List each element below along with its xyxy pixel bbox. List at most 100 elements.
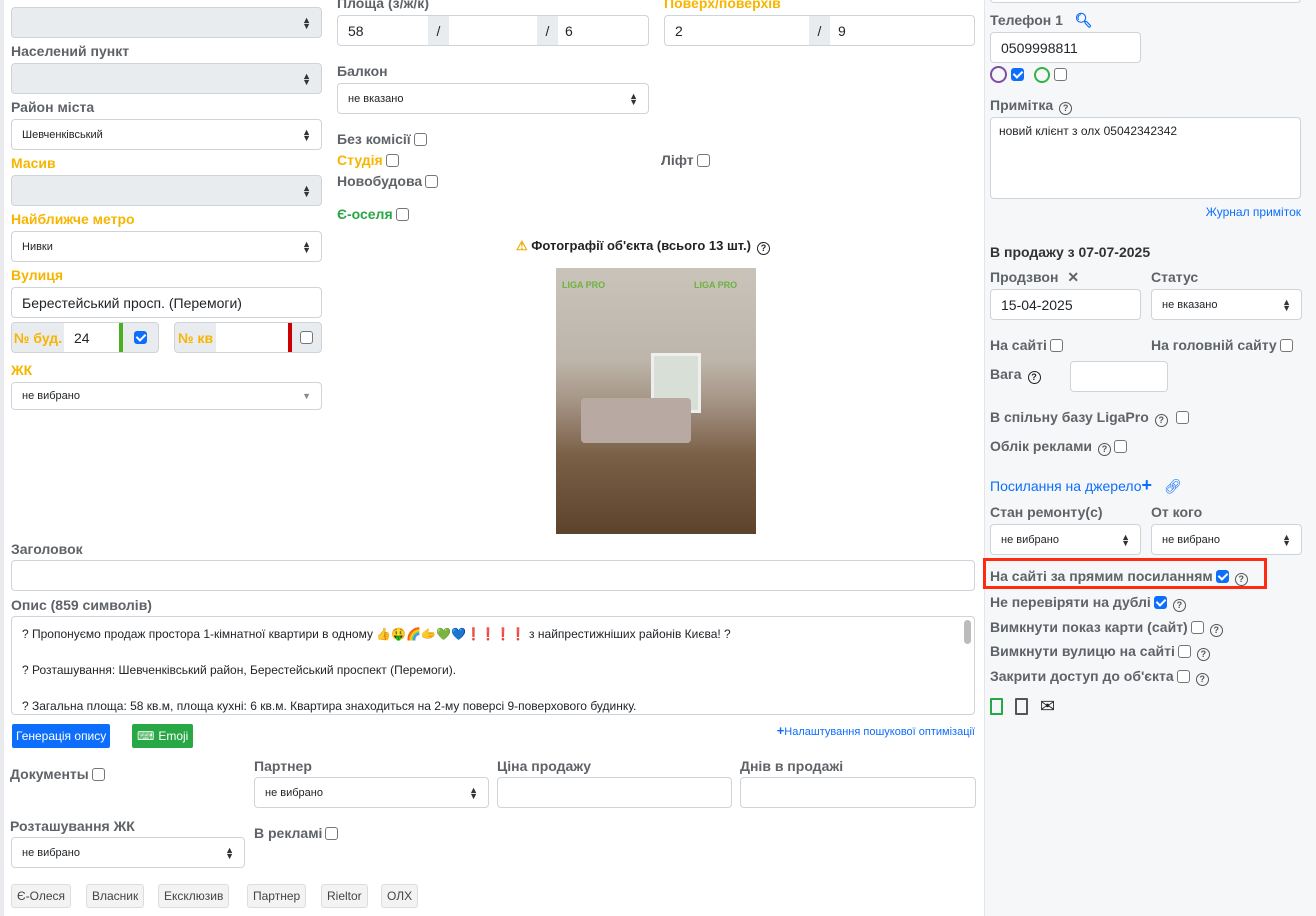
direct-link-checkbox[interactable]	[1215, 570, 1229, 583]
no-duplicate-label: Не перевіряти на дублі?	[990, 594, 1186, 612]
phone-label: Телефон 1 🔍︎	[990, 12, 1093, 28]
help-icon[interactable]: ?	[1195, 673, 1209, 686]
envelope-icon[interactable]: ✉	[1040, 696, 1055, 717]
phone-input[interactable]: 0509998811	[990, 32, 1141, 63]
no-commission-checkbox[interactable]	[413, 133, 427, 146]
massif-select[interactable]: ▲ ▼	[11, 175, 322, 206]
locality-select[interactable]: ▲ ▼	[11, 63, 322, 94]
lift-checkbox[interactable]	[696, 154, 710, 167]
complex-select[interactable]: не вибрано ▼	[11, 382, 322, 410]
building-group: № буд. 24	[11, 322, 159, 353]
ads-checkbox[interactable]	[325, 827, 339, 840]
seo-settings-link[interactable]: +Налаштування пошукової оптимізації	[777, 723, 975, 738]
keyboard-icon: ⌨	[137, 729, 155, 743]
tag-button[interactable]: Партнер	[247, 884, 307, 908]
metro-select[interactable]: Нивки ▲ ▼	[11, 231, 322, 262]
note-textarea[interactable]: новий клієнт з олх 05042342342	[990, 117, 1301, 199]
help-icon[interactable]: ?	[1059, 102, 1073, 115]
building-checkbox[interactable]	[134, 331, 147, 344]
tag-button[interactable]: Ексклюзив	[158, 884, 230, 908]
close-access-label: Закрити доступ до об'єкта?	[990, 668, 1209, 686]
days-label: Днів в продажі	[740, 758, 844, 774]
on-main-site-checkbox[interactable]	[1279, 339, 1293, 352]
no-duplicate-checkbox[interactable]	[1153, 596, 1167, 609]
locality-label: Населений пункт	[11, 43, 130, 59]
partner-value: не вибрано	[265, 786, 323, 799]
help-icon[interactable]: ?	[1172, 599, 1186, 612]
weight-input[interactable]	[1070, 361, 1168, 392]
new-building-checkbox[interactable]	[425, 175, 439, 188]
floor-input[interactable]: 2	[665, 16, 809, 45]
partner-select[interactable]: не вибрано ▲ ▼	[254, 777, 489, 808]
balcony-select[interactable]: не вказано ▲ ▼	[337, 83, 649, 114]
hide-map-checkbox[interactable]	[1190, 621, 1204, 634]
top-input[interactable]	[990, 0, 1301, 3]
sort-icon: ▲ ▼	[225, 844, 234, 861]
street-input[interactable]: Берестейський просп. (Перемоги)	[11, 287, 322, 318]
studio-label: Студія	[337, 152, 399, 168]
help-icon[interactable]: ?	[1098, 443, 1112, 456]
help-icon[interactable]: ?	[1234, 573, 1248, 586]
emoji-button[interactable]: ⌨ Emoji	[132, 724, 194, 748]
repair-select[interactable]: не вибрано ▲ ▼	[990, 524, 1141, 555]
district-select[interactable]: Шевченківський ▲ ▼	[11, 119, 322, 150]
description-line: ? Загальна площа: 58 кв.м, площа кухні: …	[22, 699, 637, 713]
sort-icon: ▲ ▼	[302, 182, 311, 199]
area-kitchen-input[interactable]: 6	[558, 16, 648, 45]
apartment-input[interactable]	[216, 323, 292, 352]
pdf-green-icon[interactable]	[990, 698, 1003, 715]
from-select[interactable]: не вибрано ▲ ▼	[1151, 524, 1302, 555]
title-input[interactable]	[11, 560, 975, 591]
help-icon[interactable]: ?	[1209, 624, 1223, 637]
viber-checkbox[interactable]	[1011, 68, 1024, 81]
area-total-input[interactable]: 58	[338, 16, 428, 45]
tag-button[interactable]: Власник	[86, 884, 145, 908]
clear-icon[interactable]: ✕	[1067, 269, 1079, 285]
call-label: Продзвон ✕	[990, 269, 1080, 285]
whatsapp-checkbox[interactable]	[1054, 68, 1067, 81]
caret-down-icon: ▼	[302, 391, 311, 401]
scrollbar[interactable]	[964, 620, 971, 644]
help-icon[interactable]: ?	[1154, 414, 1168, 427]
on-site-checkbox[interactable]	[1049, 339, 1063, 352]
days-input[interactable]	[740, 777, 976, 808]
studio-checkbox[interactable]	[385, 154, 399, 167]
viber-icon	[990, 66, 1007, 83]
tag-button[interactable]: Є-Олеся	[11, 884, 71, 908]
call-date-input[interactable]: 15-04-2025	[990, 289, 1141, 320]
apartment-checkbox[interactable]	[300, 331, 313, 344]
region-select[interactable]: ▲ ▼	[11, 7, 322, 38]
sort-icon: ▲ ▼	[302, 126, 311, 143]
help-icon[interactable]: ?	[1027, 371, 1041, 384]
common-base-checkbox[interactable]	[1175, 411, 1189, 424]
status-select[interactable]: не вказано ▲ ▼	[1151, 289, 1302, 320]
object-photo[interactable]: LIGA PRO LIGA PRO	[556, 268, 756, 534]
building-input[interactable]: 24	[64, 323, 123, 352]
documents-checkbox[interactable]	[91, 768, 105, 781]
status-label: Статус	[1151, 269, 1199, 285]
note-log-link[interactable]: Журнал приміток	[1206, 205, 1301, 219]
area-living-input[interactable]	[449, 16, 537, 45]
help-icon[interactable]: ?	[756, 242, 770, 255]
price-input[interactable]	[497, 777, 732, 808]
complex-location-select[interactable]: не вибрано ▲ ▼	[11, 837, 245, 868]
description-textarea[interactable]: ? Пропонуємо продаж простора 1-кімнатної…	[11, 616, 975, 715]
search-icon[interactable]: 🔍︎	[1075, 12, 1093, 28]
floors-input[interactable]: 9	[830, 16, 974, 45]
price-label: Ціна продажу	[497, 758, 592, 774]
plus-icon[interactable]: +	[1142, 475, 1153, 495]
hide-street-checkbox[interactable]	[1177, 645, 1191, 658]
ads-accounting-checkbox[interactable]	[1114, 440, 1128, 453]
hide-street-label: Вимкнути вулицю на сайті?	[990, 643, 1210, 661]
help-icon[interactable]: ?	[1196, 648, 1210, 661]
tag-button[interactable]: Rieltor	[321, 884, 368, 908]
generate-description-button[interactable]: Генерація опису	[12, 724, 111, 748]
link-icon[interactable]: 🔗︎	[1164, 478, 1182, 494]
close-access-checkbox[interactable]	[1176, 670, 1190, 683]
tag-button[interactable]: ОЛХ	[381, 884, 419, 908]
eoselia-checkbox[interactable]	[395, 208, 409, 221]
pdf-icon[interactable]	[1015, 698, 1028, 715]
complex-location-label: Розташування ЖК	[10, 818, 135, 834]
source-link[interactable]: Посилання на джерело+ 🔗︎	[990, 475, 1182, 496]
ads-label: В рекламі	[254, 825, 339, 841]
